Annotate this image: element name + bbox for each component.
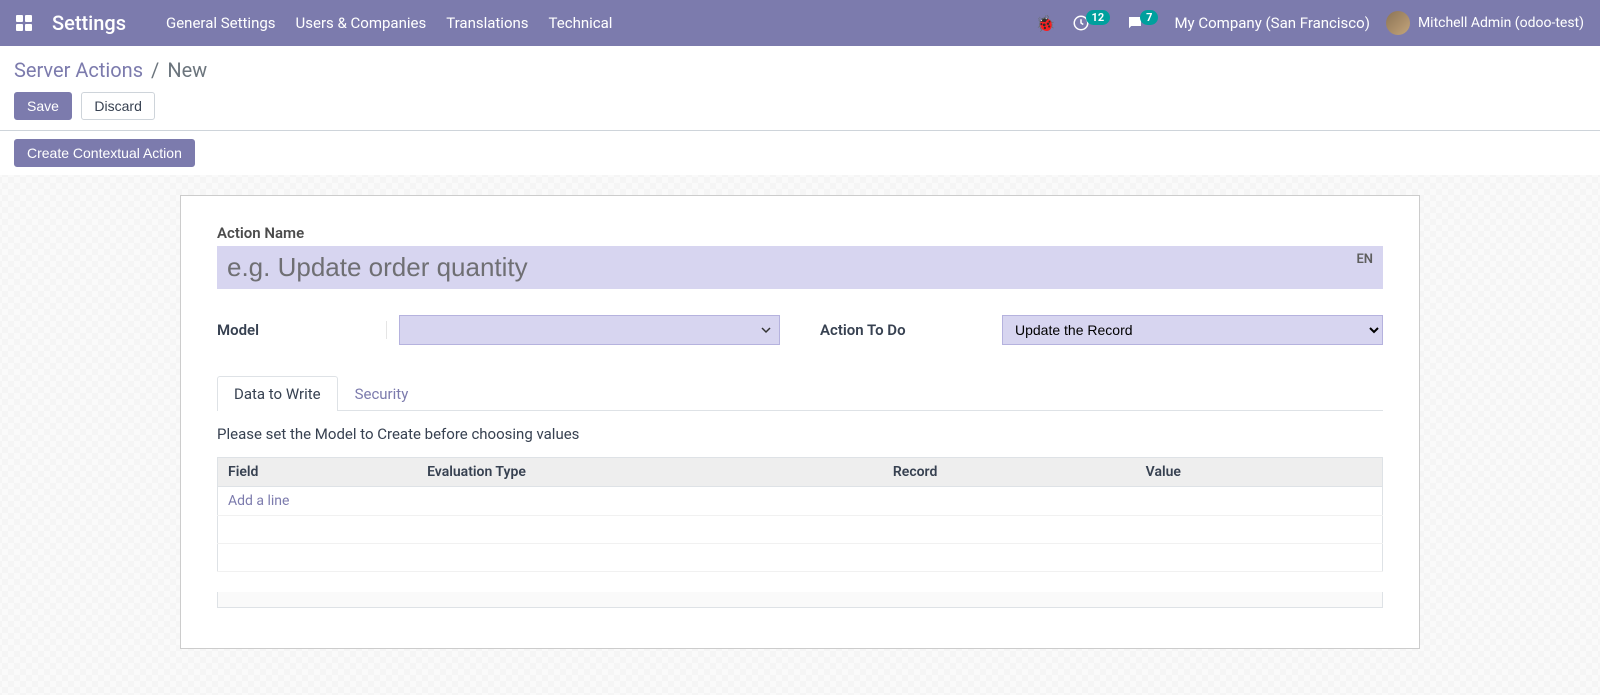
col-actions xyxy=(1353,458,1383,487)
model-input[interactable] xyxy=(399,315,780,345)
control-panel: Server Actions / New Save Discard xyxy=(0,46,1600,131)
action-name-label: Action Name xyxy=(217,224,1383,242)
activity-count-badge: 12 xyxy=(1086,10,1111,25)
avatar xyxy=(1386,11,1410,35)
action-to-do-label: Action To Do xyxy=(820,321,990,339)
messaging-indicator[interactable]: 7 xyxy=(1126,14,1158,32)
tab-data-to-write[interactable]: Data to Write xyxy=(217,376,338,411)
save-button[interactable]: Save xyxy=(14,92,72,120)
col-eval-type: Evaluation Type xyxy=(417,458,883,487)
breadcrumb-parent[interactable]: Server Actions xyxy=(14,58,143,82)
form-sheet: Action Name EN Model Action To Do Update… xyxy=(180,195,1420,649)
col-value: Value xyxy=(1136,458,1353,487)
action-name-field-wrapper: EN xyxy=(217,246,1383,289)
col-record: Record xyxy=(883,458,1136,487)
col-field: Field xyxy=(218,458,418,487)
model-label: Model xyxy=(217,321,387,339)
user-menu[interactable]: Mitchell Admin (odoo-test) xyxy=(1386,11,1584,35)
action-to-do-select[interactable]: Update the Record xyxy=(1002,315,1383,345)
form-view-background: Action Name EN Model Action To Do Update… xyxy=(0,175,1600,695)
model-hint-text: Please set the Model to Create before ch… xyxy=(217,411,1383,457)
notebook-tabs: Data to Write Security xyxy=(217,375,1383,411)
create-contextual-action-button[interactable]: Create Contextual Action xyxy=(14,139,195,167)
fields-lines-table: Field Evaluation Type Record Value Add a… xyxy=(217,457,1383,572)
menu-translations[interactable]: Translations xyxy=(446,14,528,32)
table-row: Add a line xyxy=(218,487,1383,516)
translate-badge[interactable]: EN xyxy=(1356,252,1373,267)
add-a-line-link[interactable]: Add a line xyxy=(228,493,289,509)
menu-technical[interactable]: Technical xyxy=(549,14,613,32)
chat-count-badge: 7 xyxy=(1140,10,1158,25)
table-footer xyxy=(217,592,1383,608)
menu-users-companies[interactable]: Users & Companies xyxy=(296,14,427,32)
breadcrumb-current: New xyxy=(167,58,207,82)
discard-button[interactable]: Discard xyxy=(81,92,154,120)
main-menu: General Settings Users & Companies Trans… xyxy=(166,14,612,32)
activity-indicator[interactable]: 12 xyxy=(1072,14,1111,32)
company-switcher[interactable]: My Company (San Francisco) xyxy=(1174,14,1369,32)
action-name-input[interactable] xyxy=(217,246,1383,289)
table-row xyxy=(218,544,1383,572)
bug-icon[interactable]: 🐞 xyxy=(1036,14,1056,33)
statusbar: Create Contextual Action xyxy=(0,131,1600,175)
chevron-down-icon xyxy=(761,325,771,335)
apps-icon[interactable] xyxy=(16,15,32,31)
breadcrumb: Server Actions / New xyxy=(14,58,1586,82)
user-name: Mitchell Admin (odoo-test) xyxy=(1418,15,1584,31)
breadcrumb-separator: / xyxy=(151,58,159,82)
top-navbar: Settings General Settings Users & Compan… xyxy=(0,0,1600,46)
menu-general-settings[interactable]: General Settings xyxy=(166,14,276,32)
tab-security[interactable]: Security xyxy=(338,376,426,411)
app-title: Settings xyxy=(52,11,126,35)
table-row xyxy=(218,516,1383,544)
